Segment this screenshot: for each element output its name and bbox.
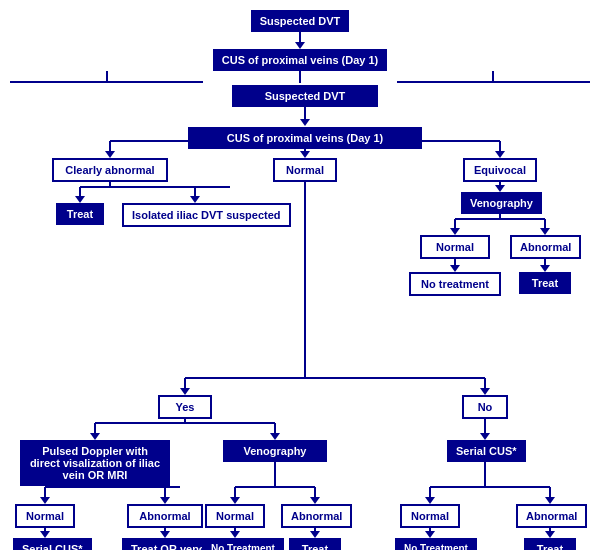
venography-mid-box: Venography — [223, 440, 327, 462]
svg-marker-66 — [310, 531, 320, 538]
treat-1-box: Treat — [56, 203, 104, 225]
abnormal-pd-box: Abnormal — [127, 504, 203, 528]
equivocal-box: Equivocal — [463, 158, 537, 182]
svg-marker-56 — [425, 497, 435, 504]
treat-vm-box: Treat — [289, 538, 341, 550]
clearly-abnormal-box: Clearly abnormal — [52, 158, 168, 182]
abnormal-vm-box: Abnormal — [281, 504, 352, 528]
svg-marker-4 — [105, 151, 115, 158]
yes-box: Yes — [158, 395, 212, 419]
normal-veno-box: Normal — [420, 235, 490, 259]
svg-marker-58 — [545, 497, 555, 504]
no-treatment-veno-box: No treatment — [409, 272, 501, 296]
svg-marker-44 — [40, 497, 50, 504]
no-treatment-vm-box: No Treatment — [202, 538, 284, 550]
svg-marker-6 — [300, 151, 310, 158]
svg-marker-38 — [270, 433, 280, 440]
normal-pd-box: Normal — [15, 504, 75, 528]
suspected-dvt-box: Suspected DVT — [251, 10, 350, 32]
suspected-dvt-box: Suspected DVT — [232, 85, 378, 107]
svg-marker-30 — [180, 388, 190, 395]
isolated-iliac-box: Isolated iliac DVT suspected — [122, 203, 291, 227]
svg-marker-50 — [230, 497, 240, 504]
flowchart: Suspected DVT CUS of proximal veins (Day… — [10, 10, 590, 83]
cus-proximal-box: CUS of proximal veins (Day 1) — [188, 127, 422, 149]
svg-marker-25 — [450, 265, 460, 272]
abnormal-scus-box: Abnormal — [516, 504, 587, 528]
svg-marker-32 — [480, 388, 490, 395]
svg-marker-52 — [310, 497, 320, 504]
venography-top-box: Venography — [461, 192, 542, 214]
svg-marker-27 — [540, 265, 550, 272]
pulsed-doppler-box: Pulsed Doppler with direct visalization … — [20, 440, 170, 486]
treat-veno-box: Treat — [519, 272, 571, 294]
cus-proximal-box: CUS of proximal veins (Day 1) — [213, 49, 388, 71]
svg-marker-14 — [190, 196, 200, 203]
abnormal-veno-box: Abnormal — [510, 235, 581, 259]
svg-marker-8 — [495, 151, 505, 158]
svg-marker-40 — [480, 433, 490, 440]
no-treatment-scus-box: No Treatment — [395, 538, 477, 550]
svg-marker-36 — [90, 433, 100, 440]
svg-marker-1 — [300, 119, 310, 126]
normal-top-box: Normal — [273, 158, 337, 182]
svg-marker-64 — [230, 531, 240, 538]
serial-cus-bot-box: Serial CUS* — [13, 538, 92, 550]
svg-marker-21 — [450, 228, 460, 235]
normal-scus-box: Normal — [400, 504, 460, 528]
svg-marker-68 — [425, 531, 435, 538]
svg-marker-12 — [75, 196, 85, 203]
svg-marker-46 — [160, 497, 170, 504]
no-box: No — [462, 395, 508, 419]
svg-marker-23 — [540, 228, 550, 235]
svg-marker-70 — [545, 531, 555, 538]
serial-cus-no-box: Serial CUS* — [447, 440, 526, 462]
svg-marker-60 — [40, 531, 50, 538]
svg-marker-62 — [160, 531, 170, 538]
normal-vm-box: Normal — [205, 504, 265, 528]
svg-marker-17 — [495, 185, 505, 192]
treat-scus-box: Treat — [524, 538, 576, 550]
